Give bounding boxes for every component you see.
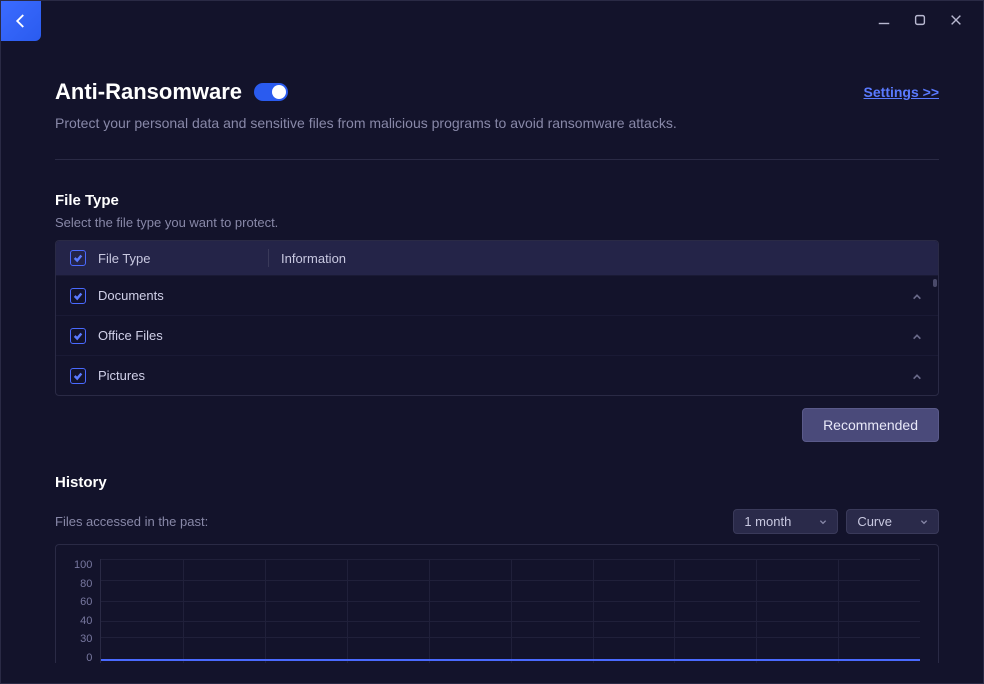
period-select[interactable]: 1 month bbox=[733, 509, 838, 534]
data-line bbox=[101, 659, 920, 661]
table-row[interactable]: Documents bbox=[56, 275, 938, 315]
settings-link[interactable]: Settings >> bbox=[864, 84, 939, 100]
y-axis: 100 80 60 40 30 0 bbox=[74, 559, 100, 663]
chart-type-selected-value: Curve bbox=[857, 514, 892, 529]
content-area: Anti-Ransomware Settings >> Protect your… bbox=[55, 49, 949, 663]
chevron-up-icon bbox=[912, 372, 922, 382]
y-tick: 40 bbox=[80, 615, 92, 627]
page-title: Anti-Ransomware bbox=[55, 79, 242, 105]
minimize-icon bbox=[877, 13, 891, 27]
row-label: Pictures bbox=[98, 368, 268, 383]
expand-row-button[interactable] bbox=[912, 370, 924, 382]
column-divider bbox=[268, 249, 269, 267]
table-scrollbar[interactable] bbox=[933, 279, 937, 287]
row-checkbox[interactable] bbox=[70, 288, 86, 304]
y-tick: 30 bbox=[80, 633, 92, 645]
filetype-section-subtitle: Select the file type you want to protect… bbox=[55, 215, 939, 230]
filetype-table: File Type Information Documents Office F… bbox=[55, 240, 939, 396]
row-checkbox[interactable] bbox=[70, 368, 86, 384]
arrow-left-icon bbox=[12, 12, 30, 30]
period-selected-value: 1 month bbox=[744, 514, 791, 529]
y-tick: 80 bbox=[80, 578, 92, 590]
filetype-section-title: File Type bbox=[55, 192, 939, 209]
chevron-down-icon bbox=[920, 518, 928, 526]
recommended-button[interactable]: Recommended bbox=[802, 408, 939, 442]
app-window: Anti-Ransomware Settings >> Protect your… bbox=[0, 0, 984, 684]
maximize-button[interactable] bbox=[911, 11, 929, 29]
row-checkbox[interactable] bbox=[70, 328, 86, 344]
plot-area bbox=[100, 559, 920, 663]
check-icon bbox=[73, 253, 83, 263]
window-controls bbox=[875, 1, 983, 29]
check-icon bbox=[73, 291, 83, 301]
row-label: Office Files bbox=[98, 328, 268, 343]
select-all-checkbox[interactable] bbox=[70, 250, 86, 266]
table-row[interactable]: Pictures bbox=[56, 355, 938, 395]
minimize-button[interactable] bbox=[875, 11, 893, 29]
titlebar bbox=[1, 1, 983, 49]
history-subtitle: Files accessed in the past: bbox=[55, 514, 208, 529]
maximize-icon bbox=[913, 13, 927, 27]
expand-row-button[interactable] bbox=[912, 330, 924, 342]
history-section-title: History bbox=[55, 474, 939, 491]
row-label: Documents bbox=[98, 288, 268, 303]
close-icon bbox=[949, 13, 963, 27]
divider bbox=[55, 159, 939, 160]
page-subtitle: Protect your personal data and sensitive… bbox=[55, 115, 939, 131]
history-chart: 100 80 60 40 30 0 bbox=[55, 544, 939, 663]
check-icon bbox=[73, 371, 83, 381]
y-tick: 60 bbox=[80, 596, 92, 608]
feature-toggle[interactable] bbox=[254, 83, 288, 101]
chevron-up-icon bbox=[912, 332, 922, 342]
back-button[interactable] bbox=[1, 1, 41, 41]
chevron-down-icon bbox=[819, 518, 827, 526]
y-tick: 100 bbox=[74, 559, 92, 571]
column-information: Information bbox=[281, 251, 924, 266]
table-row[interactable]: Office Files bbox=[56, 315, 938, 355]
expand-row-button[interactable] bbox=[912, 290, 924, 302]
chart-type-select[interactable]: Curve bbox=[846, 509, 939, 534]
y-tick: 0 bbox=[86, 652, 92, 663]
chevron-up-icon bbox=[912, 292, 922, 302]
check-icon bbox=[73, 331, 83, 341]
table-header: File Type Information bbox=[56, 241, 938, 275]
close-button[interactable] bbox=[947, 11, 965, 29]
page-header: Anti-Ransomware Settings >> bbox=[55, 79, 939, 105]
column-filetype: File Type bbox=[98, 251, 268, 266]
